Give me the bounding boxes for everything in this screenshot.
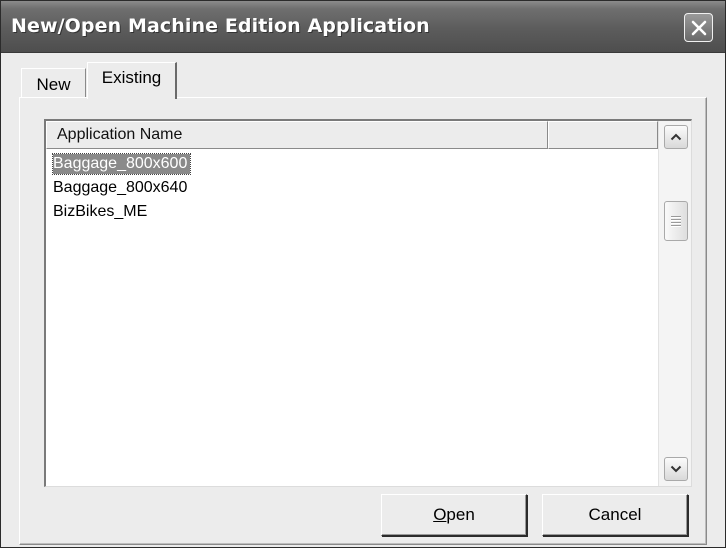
- dialog-window: New/Open Machine Edition Application New…: [0, 0, 726, 548]
- chevron-down-icon: [670, 465, 682, 473]
- title-bar[interactable]: New/Open Machine Edition Application: [1, 1, 725, 53]
- list-header: Application Name: [46, 121, 658, 149]
- chevron-up-icon: [670, 133, 682, 141]
- list-item[interactable]: BizBikes_ME: [50, 200, 190, 224]
- list-item-label: Baggage_800x600: [51, 153, 192, 175]
- scroll-down-button[interactable]: [664, 457, 688, 481]
- list-item-label: BizBikes_ME: [53, 203, 148, 220]
- list-item[interactable]: Baggage_800x640: [50, 176, 190, 200]
- list-item[interactable]: Baggage_800x600: [50, 152, 192, 176]
- column-header-application-name[interactable]: Application Name: [46, 121, 548, 149]
- cancel-button-label: Cancel: [588, 505, 642, 524]
- tab-existing[interactable]: Existing: [87, 62, 177, 99]
- close-x-icon: [691, 20, 706, 35]
- vertical-scrollbar[interactable]: [658, 121, 691, 486]
- tab-new-label: New: [36, 74, 71, 94]
- grip-line: [671, 225, 681, 226]
- tab-new[interactable]: New: [21, 68, 86, 98]
- list-item-label: Baggage_800x640: [53, 179, 188, 196]
- application-list[interactable]: Application Name Baggage_800x600 Baggage…: [44, 119, 692, 487]
- tab-existing-label: Existing: [101, 68, 162, 87]
- column-header-blank[interactable]: [548, 121, 658, 149]
- cancel-button[interactable]: Cancel: [542, 494, 688, 536]
- grip-line: [671, 222, 681, 223]
- window-title: New/Open Machine Edition Application: [11, 15, 430, 37]
- list-rows: Baggage_800x600 Baggage_800x640 BizBikes…: [50, 152, 192, 224]
- scroll-thumb[interactable]: [664, 201, 688, 241]
- close-button[interactable]: [684, 13, 713, 42]
- grip-line: [671, 219, 681, 220]
- grip-line: [671, 216, 681, 217]
- open-button-label: pen: [446, 505, 475, 524]
- open-button[interactable]: Open: [381, 494, 527, 536]
- scroll-up-button[interactable]: [664, 125, 688, 149]
- open-button-accelerator: O: [433, 505, 447, 524]
